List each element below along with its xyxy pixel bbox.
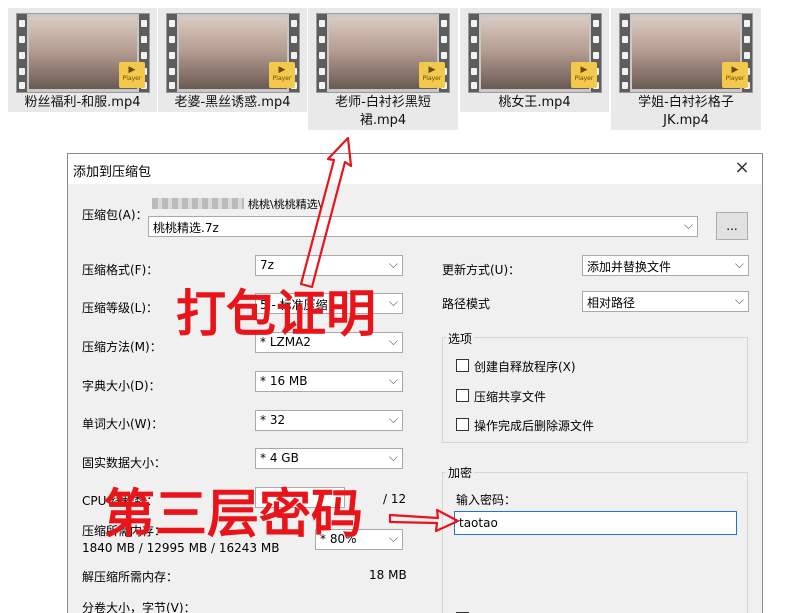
video-thumbnail: ▶ Player	[468, 13, 602, 93]
method-label: 压缩方法(M)：	[82, 340, 162, 354]
delete-after-checkbox[interactable]	[456, 418, 469, 431]
pack-proof-label: 打包证明	[176, 285, 376, 343]
title-bar: 添加到压缩包 ×	[68, 154, 762, 184]
chevron-down-icon: ⌵	[388, 412, 398, 426]
third-password-label: 第三层密码	[103, 485, 364, 545]
dictionary-label: 字典大小(D)：	[82, 379, 161, 393]
player-icon: ▶ Player	[269, 62, 295, 88]
sfx-label: 创建自释放程序(X)	[474, 360, 576, 374]
chevron-down-icon: ⌵	[388, 450, 398, 464]
split-volume-label: 分卷大小，字节(V)：	[82, 601, 196, 613]
decompress-memory-value: 18 MB	[369, 568, 407, 582]
chevron-down-icon: ⌵	[388, 334, 398, 348]
chevron-down-icon: ⌵	[683, 218, 693, 232]
file-name: 老婆-黑丝诱惑.mp4	[174, 95, 291, 110]
encryption-title: 加密	[446, 464, 475, 481]
path-mode-label: 路径模式	[442, 297, 491, 311]
file-name: 学姐-白衬衫格子JK.mp4	[638, 95, 734, 128]
shared-files-label: 压缩共享文件	[474, 390, 547, 404]
archive-name: 桃桃精选.7z	[153, 221, 219, 235]
format-label: 压缩格式(F)：	[82, 263, 159, 277]
file-name: 粉丝福利-和服.mp4	[24, 95, 141, 110]
word-size-select[interactable]: * 32 ⌵	[255, 410, 403, 431]
password-label: 输入密码：	[456, 493, 517, 507]
level-label: 压缩等级(L)：	[82, 301, 159, 315]
word-size-label: 单词大小(W)：	[82, 417, 164, 431]
archive-path: 桃桃\桃桃精选\	[248, 198, 322, 211]
update-mode-label: 更新方式(U)：	[442, 263, 521, 277]
solid-size-label: 固实数据大小：	[82, 456, 167, 470]
dictionary-select[interactable]: * 16 MB ⌵	[255, 371, 403, 392]
file-tile[interactable]: ▶ Player 粉丝福利-和服.mp4	[8, 8, 157, 112]
update-mode-select[interactable]: 添加并替换文件 ⌵	[582, 255, 749, 276]
file-name: 老师-白衬衫黑短裙.mp4	[335, 95, 431, 128]
dialog-title: 添加到压缩包	[73, 165, 152, 180]
archive-label: 压缩包(A)：	[82, 208, 148, 222]
video-thumbnail: ▶ Player	[166, 13, 300, 93]
archive-name-combo[interactable]: 桃桃精选.7z ⌵	[148, 216, 698, 237]
file-tile[interactable]: ▶ Player 学姐-白衬衫格子JK.mp4	[611, 8, 761, 130]
decompress-memory-label: 解压缩所需内存：	[82, 570, 179, 584]
close-icon[interactable]: ×	[732, 158, 752, 178]
chevron-down-icon: ⌵	[388, 257, 398, 271]
path-mode-select[interactable]: 相对路径 ⌵	[582, 291, 749, 312]
format-select[interactable]: 7z ⌵	[255, 255, 403, 276]
video-thumbnail: ▶ Player	[16, 13, 150, 93]
chevron-down-icon: ⌵	[388, 373, 398, 387]
chevron-down-icon: ⌵	[388, 295, 398, 309]
browse-button[interactable]: ...	[716, 212, 748, 240]
sfx-checkbox[interactable]	[456, 359, 469, 372]
options-title: 选项	[446, 330, 475, 347]
file-tile[interactable]: ▶ Player 老师-白衬衫黑短裙.mp4	[308, 8, 458, 130]
delete-after-label: 操作完成后删除源文件	[474, 419, 595, 433]
file-tile[interactable]: ▶ Player 老婆-黑丝诱惑.mp4	[158, 8, 307, 112]
player-icon: ▶ Player	[571, 62, 597, 88]
solid-size-select[interactable]: * 4 GB ⌵	[255, 448, 403, 469]
player-icon: ▶ Player	[119, 62, 145, 88]
file-name: 桃女王.mp4	[498, 95, 571, 110]
file-tile[interactable]: ▶ Player 桃女王.mp4	[460, 8, 609, 112]
chevron-down-icon: ⌵	[734, 293, 744, 307]
cpu-threads-total: / 12	[383, 492, 407, 506]
redacted-path	[152, 198, 244, 209]
video-thumbnail: ▶ Player	[316, 13, 450, 93]
player-icon: ▶ Player	[419, 62, 445, 88]
password-input[interactable]: taotao	[454, 511, 737, 535]
chevron-down-icon: ⌵	[734, 257, 744, 271]
shared-files-checkbox[interactable]	[456, 389, 469, 402]
chevron-down-icon: ⌵	[388, 531, 398, 545]
video-thumbnail: ▶ Player	[619, 13, 753, 93]
player-icon: ▶ Player	[722, 62, 748, 88]
